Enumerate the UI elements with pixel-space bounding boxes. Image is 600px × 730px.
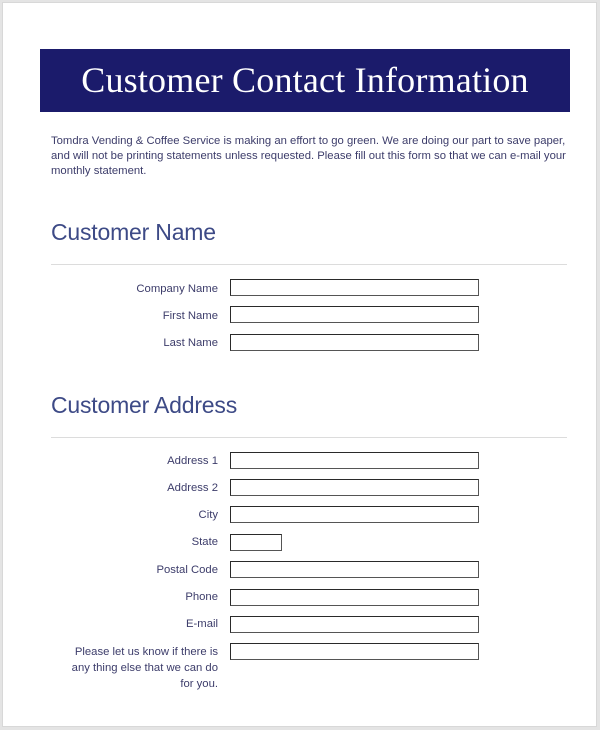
postal-code-input[interactable] [230,561,479,578]
first-name-input[interactable] [230,306,479,323]
field-label: State [191,536,218,548]
field-label: Please let us know if there is any thing… [71,646,218,690]
last-name-input[interactable] [230,334,479,351]
field-label: Company Name [136,283,218,295]
address-1-input[interactable] [230,452,479,469]
field-label: Phone [185,591,218,603]
section-title-customer-name: Customer Name [51,219,216,245]
section-divider [51,264,567,265]
form-page: Customer Contact Information Tomdra Vend… [2,2,597,727]
city-input[interactable] [230,506,479,523]
intro-paragraph: Tomdra Vending & Coffee Service is makin… [51,135,566,177]
field-label: Last Name [163,337,218,349]
field-label: First Name [162,310,218,322]
phone-input[interactable] [230,589,479,606]
address-2-input[interactable] [230,479,479,496]
email-input[interactable] [230,616,479,633]
field-label: Address 2 [167,482,218,494]
field-label: Address 1 [167,455,218,467]
field-label: City [198,509,218,521]
section-title-customer-address: Customer Address [51,392,237,418]
section-divider [51,437,567,438]
field-label: E-mail [185,618,218,630]
company-name-input[interactable] [230,279,479,296]
comments-input[interactable] [230,643,479,660]
state-input[interactable] [230,534,282,551]
field-label: Postal Code [156,564,218,576]
form-title-banner: Customer Contact Information [40,49,570,112]
